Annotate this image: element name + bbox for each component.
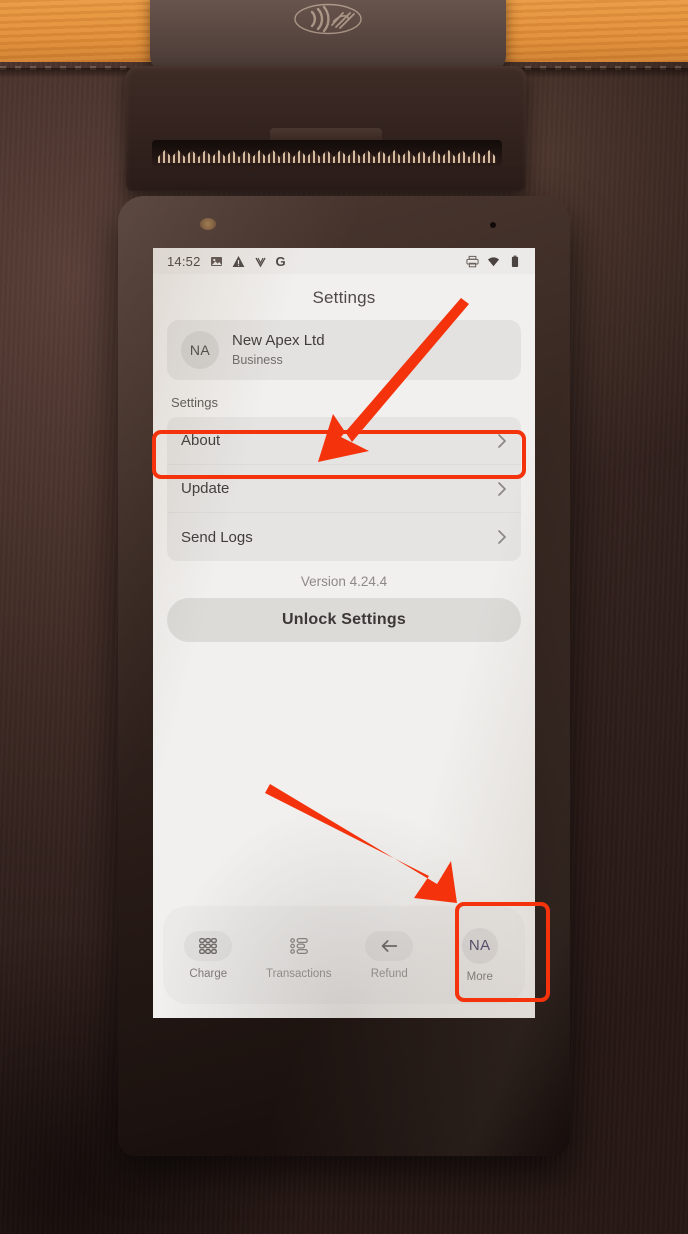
account-name: New Apex Ltd <box>232 332 325 350</box>
wifi-icon <box>487 255 500 268</box>
tab-label: Refund <box>370 967 408 980</box>
image-icon <box>210 255 223 268</box>
photo-scene: 14:52 G Settings NA New Apex Ltd Busines… <box>0 0 688 1234</box>
speaker-icon <box>200 218 216 230</box>
tab-label: More <box>466 970 493 983</box>
account-text: New Apex Ltd Business <box>232 331 325 368</box>
avatar-na: NA <box>461 927 498 964</box>
version-text: Version 4.24.4 <box>300 574 388 589</box>
paper-tear-bar <box>152 140 502 166</box>
printer-icon <box>466 255 479 268</box>
chevron-right-icon <box>497 529 507 545</box>
chevron-right-icon <box>497 481 507 497</box>
status-bar-left: 14:52 G <box>167 254 286 269</box>
unlock-settings-button[interactable]: Unlock Settings <box>167 598 521 642</box>
page-title: Settings <box>312 288 376 307</box>
account-subtitle: Business <box>232 352 283 367</box>
tab-more[interactable]: NA More <box>435 906 526 1004</box>
list-item-label: Update <box>181 480 230 497</box>
tab-label: Charge <box>189 967 228 980</box>
settings-list: About Update Send Logs <box>167 417 521 561</box>
sensor-icon <box>490 222 496 228</box>
status-time: 14:52 <box>167 253 201 269</box>
status-bar: 14:52 G <box>153 248 535 274</box>
tab-label: Transactions <box>266 967 332 980</box>
settings-content: NA New Apex Ltd Business Settings About <box>153 320 535 642</box>
contactless-icon <box>294 3 362 35</box>
vpn-icon <box>254 255 267 268</box>
list-item-update[interactable]: Update <box>167 465 521 513</box>
printer-lid <box>150 0 506 72</box>
google-icon: G <box>275 253 286 269</box>
tear-teeth <box>158 150 496 163</box>
list-item-send-logs[interactable]: Send Logs <box>167 513 521 561</box>
bottom-navigation: Charge Transactions Refund NA More <box>163 906 525 1004</box>
tab-charge[interactable]: Charge <box>163 906 254 1004</box>
account-card[interactable]: NA New Apex Ltd Business <box>167 320 521 380</box>
status-bar-right <box>466 255 521 268</box>
section-label-settings: Settings <box>171 395 218 410</box>
arrow-left-icon <box>365 930 414 961</box>
list-item-label: About <box>181 432 221 449</box>
avatar: NA <box>181 331 219 369</box>
list-item-about[interactable]: About <box>167 417 521 465</box>
warning-triangle-icon <box>232 255 245 268</box>
list-icon <box>275 931 323 961</box>
terminal-body: 14:52 G Settings NA New Apex Ltd Busines… <box>118 196 570 1156</box>
terminal-screen: 14:52 G Settings NA New Apex Ltd Busines… <box>153 248 535 1018</box>
keypad-grid-icon <box>184 930 233 961</box>
tab-refund[interactable]: Refund <box>344 906 435 1004</box>
tab-transactions[interactable]: Transactions <box>254 906 345 1004</box>
list-item-label: Send Logs <box>181 528 253 546</box>
battery-icon <box>508 255 521 268</box>
chevron-right-icon <box>497 433 507 449</box>
